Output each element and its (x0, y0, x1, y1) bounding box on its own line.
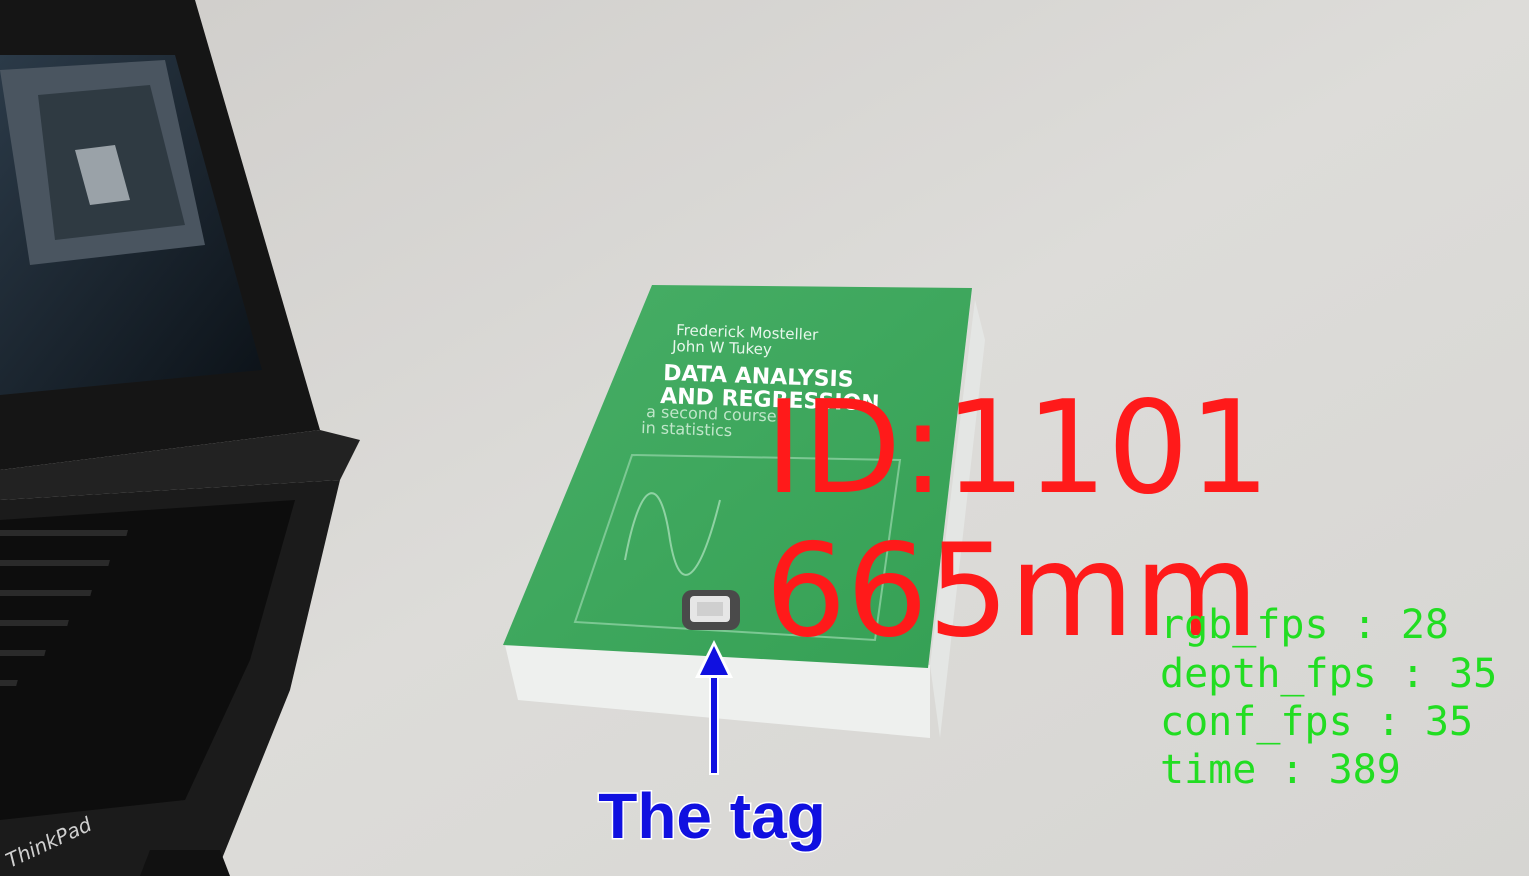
hud-rgb-fps: rgb_fps : 28 (1160, 602, 1449, 648)
scene-svg: ThinkPad Frederick Mosteller John W Tuke… (0, 0, 1529, 876)
camera-frame: ThinkPad Frederick Mosteller John W Tuke… (0, 0, 1529, 876)
hud-time: time : 389 (1160, 747, 1401, 793)
hud-conf-fps: conf_fps : 35 (1160, 699, 1473, 745)
tag-device (682, 590, 740, 630)
tag-id-readout: ID:1101 (765, 374, 1270, 523)
dark-object (140, 850, 230, 876)
book-subtitle-line-2: in statistics (641, 418, 733, 440)
arrow-shaft (711, 668, 717, 773)
hud-depth-fps: depth_fps : 35 (1160, 651, 1497, 697)
book-author-2: John W Tukey (671, 337, 772, 359)
tag-device-label (697, 602, 723, 616)
annotation-label: The tag (598, 780, 826, 852)
